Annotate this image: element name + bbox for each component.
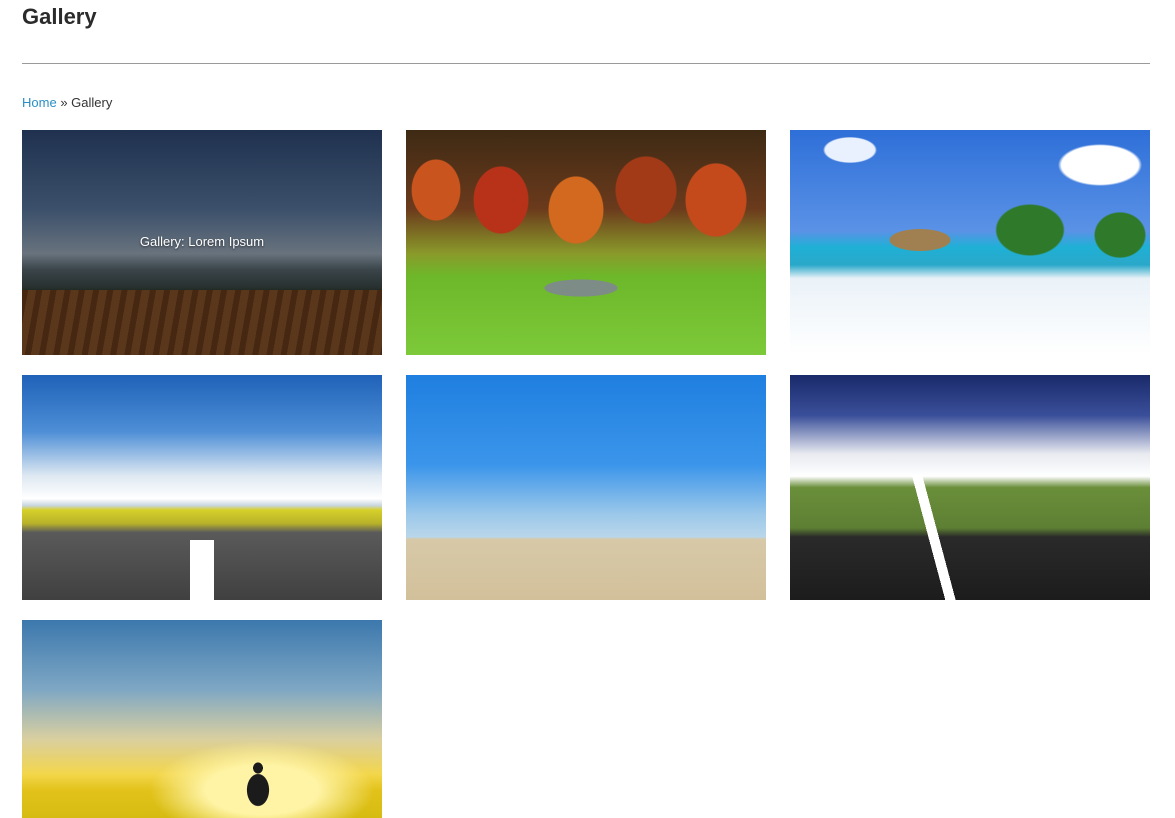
gallery-item-desert-sky[interactable] (406, 375, 766, 600)
breadcrumb-home-link[interactable]: Home (22, 95, 57, 110)
gallery-item-motion-road[interactable] (790, 375, 1150, 600)
breadcrumb-separator: » (60, 95, 68, 110)
breadcrumb: Home » Gallery (22, 94, 112, 112)
gallery-item-autumn-trees[interactable] (406, 130, 766, 355)
gallery-item-road-fields[interactable] (22, 375, 382, 600)
gallery-item-field-mountains[interactable]: Gallery: Lorem Ipsum (22, 130, 382, 355)
breadcrumb-current: Gallery (71, 95, 113, 110)
gallery-item-sunlight-man[interactable] (22, 620, 382, 818)
gallery-item-tropical-beach[interactable] (790, 130, 1150, 355)
header-divider (22, 63, 1150, 64)
gallery-item-caption: Gallery: Lorem Ipsum (139, 234, 265, 249)
page-title: Gallery (22, 4, 97, 29)
